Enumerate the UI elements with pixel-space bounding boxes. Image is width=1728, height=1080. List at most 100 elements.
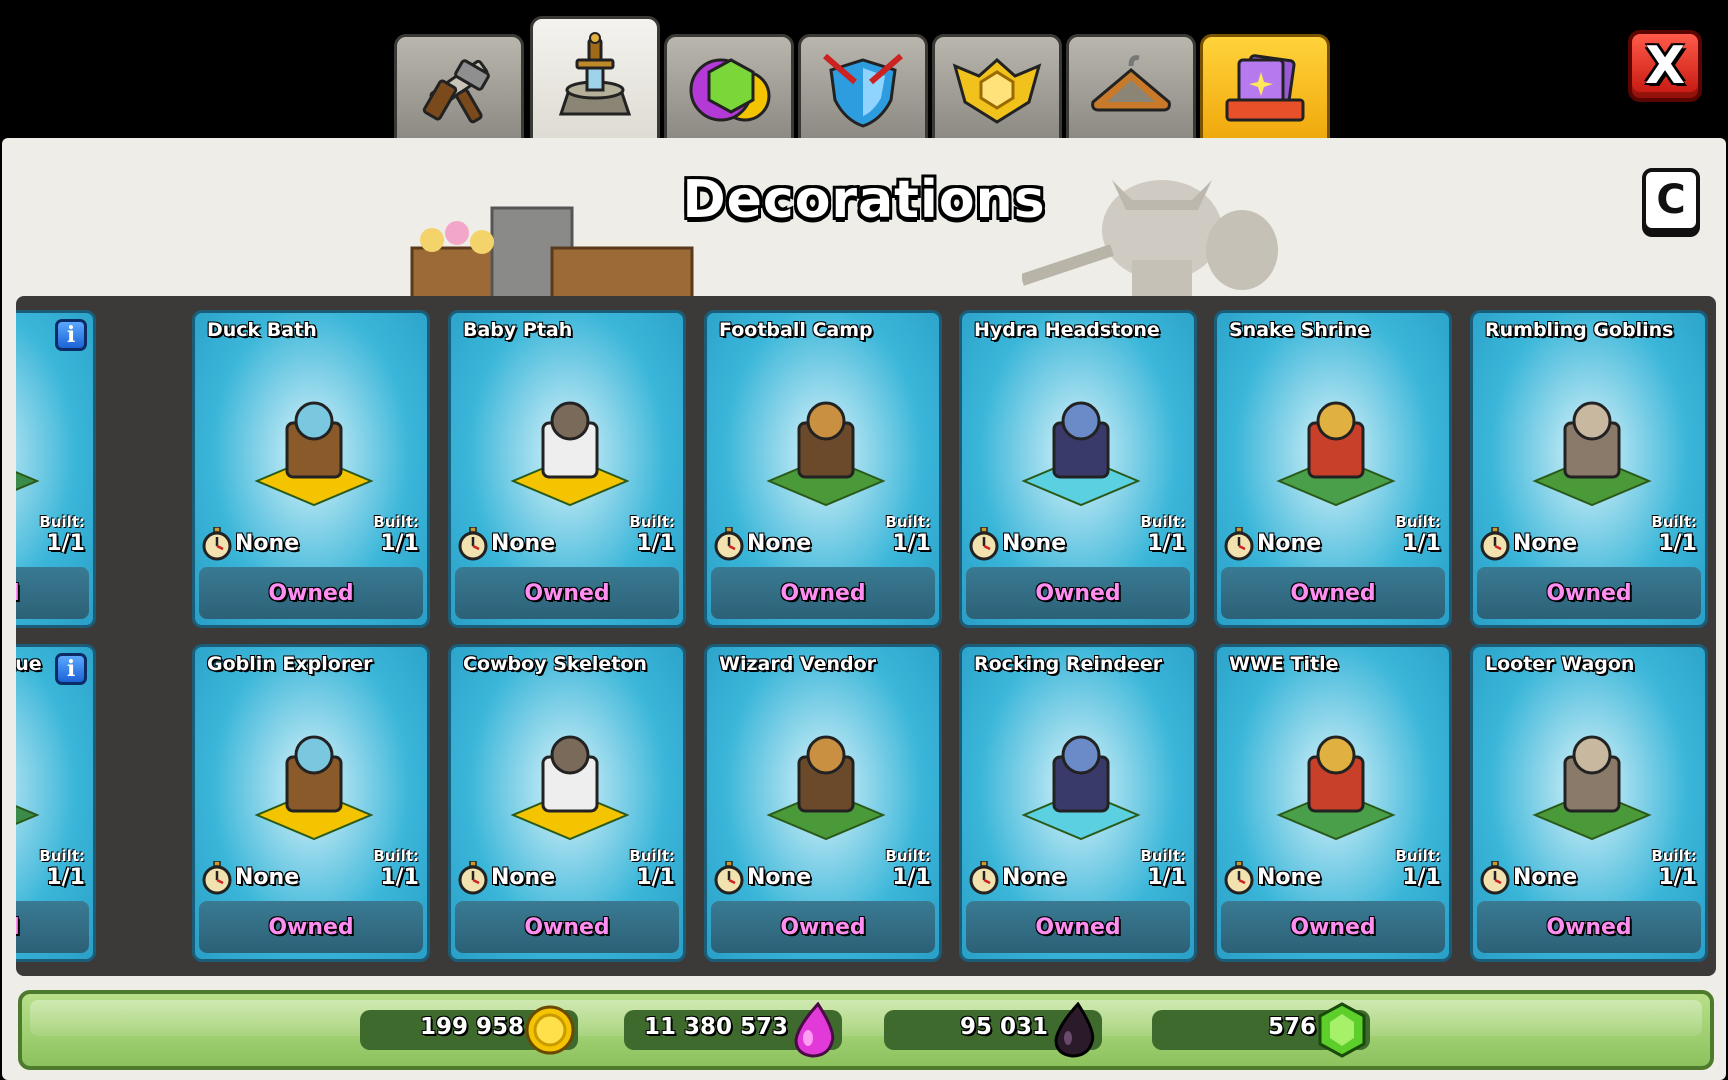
built-label: Built: xyxy=(885,847,931,865)
built-label: Built: xyxy=(1651,847,1697,865)
built-label: Built: xyxy=(1395,513,1441,531)
built-count: 1/1 xyxy=(892,531,931,556)
owned-button[interactable]: Owned xyxy=(455,567,679,619)
decoration-image xyxy=(766,735,886,841)
tab-gems[interactable] xyxy=(664,34,794,138)
build-time-value: None xyxy=(1513,865,1578,890)
build-time-value: None xyxy=(491,531,556,556)
info-icon[interactable]: i xyxy=(55,319,87,351)
decoration-image xyxy=(1276,401,1396,507)
gold-amount: 199 958 xyxy=(419,1014,524,1040)
stopwatch-icon xyxy=(969,527,999,561)
owned-button[interactable]: Owned xyxy=(16,567,89,619)
stopwatch-icon xyxy=(458,861,488,895)
owned-button[interactable]: Owned xyxy=(16,901,89,953)
decoration-name: Wizard Vendor xyxy=(719,653,877,675)
built-label: Built: xyxy=(885,513,931,531)
build-time-value: None xyxy=(491,865,556,890)
stopwatch-icon xyxy=(202,861,232,895)
built-label: Built: xyxy=(1395,847,1441,865)
decoration-card[interactable]: Football Camp Built: None 1/1 Owned xyxy=(704,310,942,628)
built-label: Built: xyxy=(373,847,419,865)
tab-decorations[interactable] xyxy=(530,16,660,140)
built-label: Built: xyxy=(373,513,419,531)
stopwatch-icon xyxy=(202,527,232,561)
shield-arrows-icon xyxy=(823,53,903,128)
built-count: 1/1 xyxy=(892,865,931,890)
built-count: 1/1 xyxy=(636,531,675,556)
stopwatch-icon xyxy=(714,527,744,561)
tab-skins[interactable] xyxy=(1066,34,1196,138)
decoration-image xyxy=(16,805,40,825)
close-label: X xyxy=(1644,36,1686,96)
built-count: 1/1 xyxy=(1147,865,1186,890)
info-icon[interactable]: i xyxy=(55,653,87,685)
gold-coin-icon xyxy=(525,1005,575,1055)
dark-elixir-amount: 95 031 xyxy=(959,1014,1048,1040)
built-count: 1/1 xyxy=(380,865,419,890)
clear-button[interactable]: C xyxy=(1642,168,1700,232)
decoration-card[interactable]: Cowboy Skeleton Built: None 1/1 Owned xyxy=(448,644,686,962)
built-label: Built: xyxy=(39,847,85,865)
decoration-card[interactable]: Wizard Vendor Built: None 1/1 Owned xyxy=(704,644,942,962)
stopwatch-icon xyxy=(1480,861,1510,895)
decoration-image xyxy=(254,401,374,507)
owned-button[interactable]: Owned xyxy=(711,901,935,953)
decoration-image xyxy=(1532,401,1652,507)
decoration-card[interactable]: WWE Title Built: None 1/1 Owned xyxy=(1214,644,1452,962)
decoration-image xyxy=(1532,735,1652,841)
built-count: 1/1 xyxy=(1402,865,1441,890)
decoration-card[interactable]: Looter Wagon Built: None 1/1 Owned xyxy=(1470,644,1708,962)
decoration-name: Duck Bath xyxy=(207,319,317,341)
built-label: Built: xyxy=(1140,513,1186,531)
stopwatch-icon xyxy=(458,527,488,561)
dark-elixir-drop-icon xyxy=(1054,1002,1095,1058)
gems-amount: 576 xyxy=(1267,1014,1316,1040)
decoration-card[interactable]: Rumbling Goblins Built: None 1/1 Owned xyxy=(1470,310,1708,628)
decoration-card[interactable]: rated on StatueiBuilt:ne1/1Owned xyxy=(16,644,96,962)
decoration-image xyxy=(254,735,374,841)
owned-button[interactable]: Owned xyxy=(199,901,423,953)
decoration-image xyxy=(510,401,630,507)
stopwatch-icon xyxy=(1224,861,1254,895)
build-time-value: None xyxy=(1257,865,1322,890)
tab-builder-tools[interactable] xyxy=(394,34,524,138)
decoration-image xyxy=(1021,401,1141,507)
stopwatch-icon xyxy=(1480,527,1510,561)
sword-statue-icon xyxy=(558,31,632,115)
stopwatch-icon xyxy=(714,861,744,895)
decoration-card[interactable]: Goblin Explorer Built: None 1/1 Owned xyxy=(192,644,430,962)
decoration-name: Rocking Reindeer xyxy=(974,653,1163,675)
owned-button[interactable]: Owned xyxy=(1477,567,1701,619)
built-label: Built: xyxy=(39,513,85,531)
page-title: Decorations xyxy=(682,170,1046,230)
owned-button[interactable]: Owned xyxy=(1477,901,1701,953)
owned-button[interactable]: Owned xyxy=(1221,567,1445,619)
owned-button[interactable]: Owned xyxy=(199,567,423,619)
tab-special-offers[interactable] xyxy=(1200,34,1330,138)
decoration-card[interactable]: mas SleighiBuilt:ne1/1Owned xyxy=(16,310,96,628)
decoration-name: WWE Title xyxy=(1229,653,1339,675)
owned-button[interactable]: Owned xyxy=(966,901,1190,953)
decoration-card[interactable]: Baby Ptah Built: None 1/1 Owned xyxy=(448,310,686,628)
hanger-icon xyxy=(1091,54,1171,111)
gem-icon xyxy=(1318,1002,1366,1058)
decoration-card[interactable]: Rocking Reindeer Built: None 1/1 Owned xyxy=(959,644,1197,962)
owned-button[interactable]: Owned xyxy=(455,901,679,953)
built-count: 1/1 xyxy=(1658,531,1697,556)
close-button[interactable]: X xyxy=(1628,30,1702,102)
tab-defenses[interactable] xyxy=(798,34,928,138)
decoration-image xyxy=(1021,735,1141,841)
owned-button[interactable]: Owned xyxy=(966,567,1190,619)
build-time-value: None xyxy=(1257,531,1322,556)
tab-league[interactable] xyxy=(932,34,1062,138)
league-badge-icon xyxy=(952,57,1042,124)
decoration-card[interactable]: Snake Shrine Built: None 1/1 Owned xyxy=(1214,310,1452,628)
build-time-value: None xyxy=(747,531,812,556)
gold-resource: 199 958 xyxy=(360,1005,578,1055)
decorations-panel: Decorations C mas SleighiBuilt:ne1/1Owne… xyxy=(2,138,1726,1080)
owned-button[interactable]: Owned xyxy=(711,567,935,619)
decoration-card[interactable]: Duck Bath Built: None 1/1 Owned xyxy=(192,310,430,628)
owned-button[interactable]: Owned xyxy=(1221,901,1445,953)
decoration-card[interactable]: Hydra Headstone Built: None 1/1 Owned xyxy=(959,310,1197,628)
